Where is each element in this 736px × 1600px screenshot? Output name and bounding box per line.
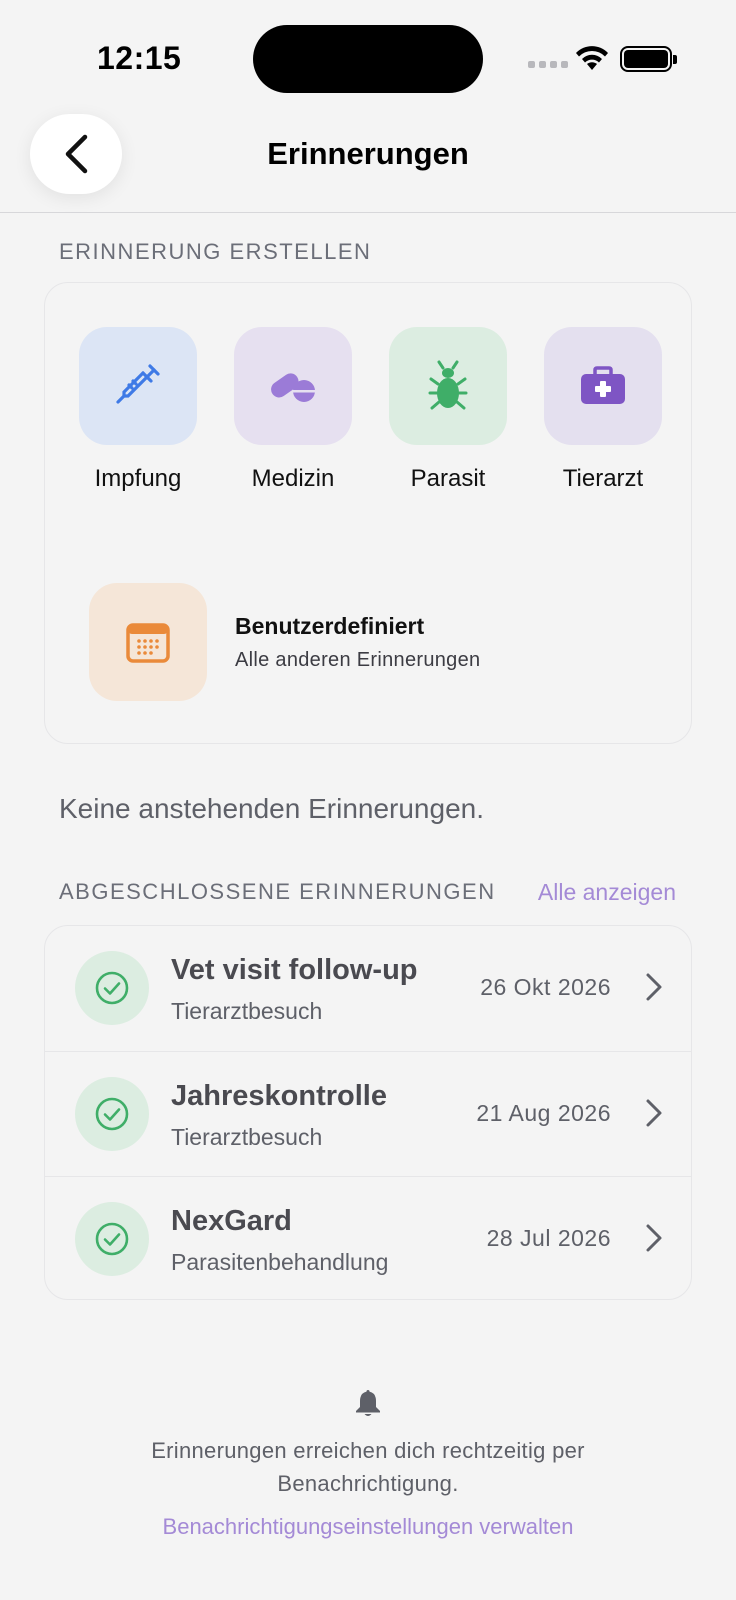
custom-reminder-title: Benutzerdefiniert <box>235 613 425 639</box>
notification-settings-link[interactable]: Benachrichtigungseinstellungen verwalten <box>68 1514 668 1540</box>
reminder-title: Vet visit follow-up <box>171 954 418 986</box>
check-circle-icon <box>75 1077 149 1151</box>
chevron-right-icon <box>646 1224 662 1252</box>
completed-section-label: ABGESCHLOSSENE ERINNERUNGEN <box>59 879 496 904</box>
list-item[interactable]: NexGard Parasitenbehandlung 28 Jul 2026 <box>45 1176 691 1299</box>
reminder-type-parasit[interactable]: Parasit <box>389 327 507 493</box>
page-title: Erinnerungen <box>267 136 469 171</box>
reminder-type-label: Impfung <box>94 465 182 492</box>
reminder-type-label: Medizin <box>251 465 335 492</box>
list-item[interactable]: Vet visit follow-up Tierarztbesuch 26 Ok… <box>45 926 691 1051</box>
reminder-type-label: Tierarzt <box>562 465 644 492</box>
reminder-date: 21 Aug 2026 <box>476 1100 611 1126</box>
navigation-bar: Erinnerungen <box>0 110 736 213</box>
chevron-right-icon <box>646 1099 662 1127</box>
calendar-icon <box>89 583 207 701</box>
reminder-category: Parasitenbehandlung <box>171 1249 389 1275</box>
reminder-date: 28 Jul 2026 <box>486 1225 611 1251</box>
battery-icon <box>620 46 677 72</box>
reminder-type-impfung[interactable]: Impfung <box>79 327 197 493</box>
bell-icon <box>356 1390 380 1416</box>
reminder-title: NexGard <box>171 1205 292 1237</box>
cellular-signal-icon <box>528 61 568 68</box>
chevron-right-icon <box>646 973 662 1001</box>
medkit-icon <box>544 327 662 445</box>
reminder-type-tierarzt[interactable]: Tierarzt <box>544 327 662 493</box>
reminder-category: Tierarztbesuch <box>171 998 323 1024</box>
syringe-icon <box>79 327 197 445</box>
pills-icon <box>234 327 352 445</box>
wifi-icon <box>576 46 608 70</box>
notification-info-text: Erinnerungen erreichen dich rechtzeitig … <box>151 1438 585 1496</box>
list-item[interactable]: Jahreskontrolle Tierarztbesuch 21 Aug 20… <box>45 1051 691 1176</box>
completed-reminders-list: Vet visit follow-up Tierarztbesuch 26 Ok… <box>44 925 692 1300</box>
custom-reminder-subtitle: Alle anderen Erinnerungen <box>235 649 481 671</box>
no-upcoming-text: Keine anstehenden Erinnerungen. <box>59 793 485 824</box>
status-bar: 12:15 <box>0 0 736 120</box>
check-circle-icon <box>75 1202 149 1276</box>
reminder-type-medizin[interactable]: Medizin <box>234 327 352 493</box>
reminder-type-label: Parasit <box>410 465 486 492</box>
see-all-link[interactable]: Alle anzeigen <box>538 879 676 906</box>
status-time: 12:15 <box>97 40 182 76</box>
reminder-category: Tierarztbesuch <box>171 1124 323 1150</box>
check-circle-icon <box>75 951 149 1025</box>
create-reminder-card: Impfung Medizin Parasit Tierarzt Benutze… <box>44 282 692 744</box>
bug-icon <box>389 327 507 445</box>
dynamic-island <box>253 25 483 93</box>
create-section-label: ERINNERUNG ERSTELLEN <box>59 239 372 264</box>
reminder-date: 26 Okt 2026 <box>480 974 611 1000</box>
reminder-type-custom[interactable]: Benutzerdefiniert Alle anderen Erinnerun… <box>89 583 649 701</box>
reminder-title: Jahreskontrolle <box>171 1080 387 1112</box>
